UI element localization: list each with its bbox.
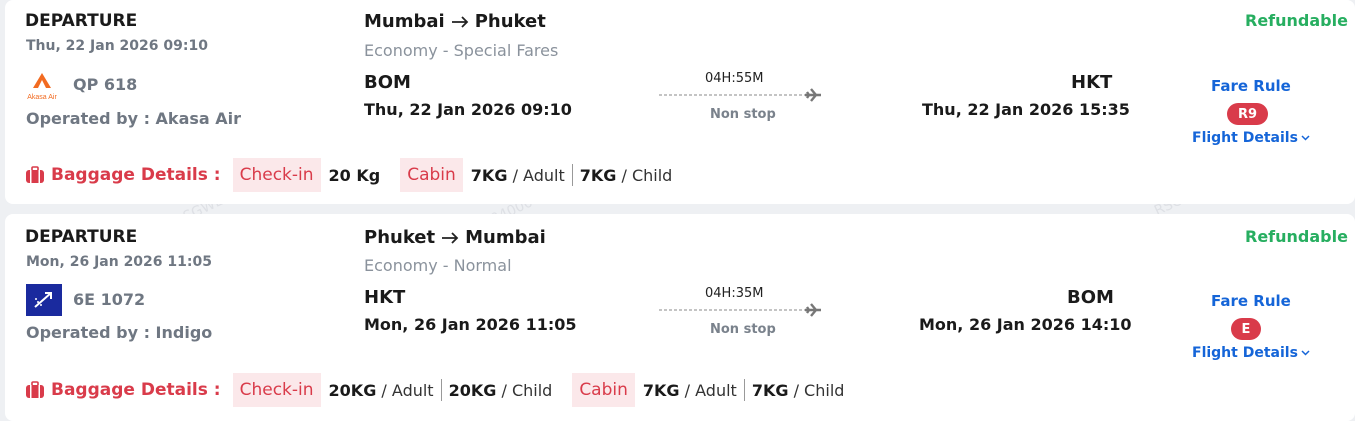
baggage-row: Baggage Details : Check-in 20 Kg Cabin 7… [25,157,672,193]
destination-code: HKT [1071,72,1113,93]
arrow-right-icon [442,231,459,244]
fare-class: Economy - Normal [364,256,512,275]
direction-label: DEPARTURE [25,227,138,247]
divider [743,379,745,401]
baggage-label: Baggage Details : [51,380,221,400]
stops-info: Non stop [710,107,776,122]
route-title: Phuket Mumbai [364,227,546,248]
cabin-child-value: 7KG [751,380,789,400]
fare-class: Economy - Special Fares [364,41,559,60]
route-title: Mumbai Phuket [364,11,546,32]
fare-rule-link[interactable]: Fare Rule [1211,77,1291,95]
destination-code: BOM [1067,287,1114,308]
airplane-icon [805,303,821,317]
destination-city: Mumbai [465,227,546,248]
cabin-label: Cabin [400,158,463,192]
origin-code: HKT [364,287,406,308]
arrow-right-icon [451,15,468,28]
baggage-label: Baggage Details : [51,165,221,185]
cabin-child-unit: / Child [621,165,673,185]
cabin-adult-unit: / Adult [684,380,737,400]
direction-label: DEPARTURE [25,11,138,31]
chevron-down-icon [1301,135,1310,141]
flight-card-outbound: DEPARTURE Thu, 22 Jan 2026 09:10 Akasa A… [5,0,1355,204]
origin-city: Mumbai [364,11,445,32]
checkin-label: Check-in [232,158,321,192]
operated-by: Operated by : Akasa Air [26,109,242,128]
destination-city: Phuket [474,11,546,32]
cabin-child-unit: / Child [793,380,845,400]
cabin-adult-value: 7KG [642,380,680,400]
origin-city: Phuket [364,227,436,248]
cabin-label: Cabin [572,373,635,407]
refund-status: Refundable [1245,11,1348,30]
baggage-row: Baggage Details : Check-in 20KG / Adult … [25,372,844,408]
luggage-icon [26,166,44,183]
flight-details-label: Flight Details [1192,345,1298,361]
airline-logo [26,284,62,316]
flight-number: QP 618 [73,75,138,94]
fare-code-badge: R9 [1227,103,1268,125]
divider [440,379,442,401]
flight-details-label: Flight Details [1192,130,1298,146]
flight-path-line [659,86,825,108]
origin-code: BOM [364,72,411,93]
checkin-adult-value: 20KG [328,380,377,400]
origin-time: Mon, 26 Jan 2026 11:05 [364,315,577,334]
cabin-child-value: 7KG [579,165,617,185]
luggage-icon [26,381,44,398]
flight-details-toggle[interactable]: Flight Details [1192,130,1310,146]
flight-card-return: DEPARTURE Mon, 26 Jan 2026 11:05 6E 1072… [5,214,1355,421]
departure-datetime: Thu, 22 Jan 2026 09:10 [26,38,208,54]
checkin-child-unit: / Child [501,380,553,400]
airline-logo: Akasa Air [24,70,60,102]
flight-number: 6E 1072 [73,290,146,309]
flight-duration: 04H:35M [705,286,764,301]
airplane-icon [805,88,821,102]
operated-by: Operated by : Indigo [26,323,213,342]
cabin-adult-unit: / Adult [512,165,565,185]
checkin-child-value: 20KG [448,380,497,400]
svg-text:Akasa Air: Akasa Air [27,94,57,101]
fare-rule-link[interactable]: Fare Rule [1211,292,1291,310]
flight-duration: 04H:55M [705,71,764,86]
checkin-adult-unit: / Adult [381,380,434,400]
stops-info: Non stop [710,322,776,337]
departure-datetime: Mon, 26 Jan 2026 11:05 [26,254,212,270]
origin-time: Thu, 22 Jan 2026 09:10 [364,100,572,119]
destination-time: Thu, 22 Jan 2026 15:35 [922,100,1130,119]
checkin-value: 20 Kg [328,165,381,185]
refund-status: Refundable [1245,227,1348,246]
cabin-adult-value: 7KG [470,165,508,185]
checkin-label: Check-in [232,373,321,407]
chevron-down-icon [1301,350,1310,356]
flight-details-toggle[interactable]: Flight Details [1192,345,1310,361]
fare-code-badge: E [1231,318,1261,340]
destination-time: Mon, 26 Jan 2026 14:10 [919,315,1132,334]
divider [571,164,573,186]
flight-path-line [659,301,825,323]
